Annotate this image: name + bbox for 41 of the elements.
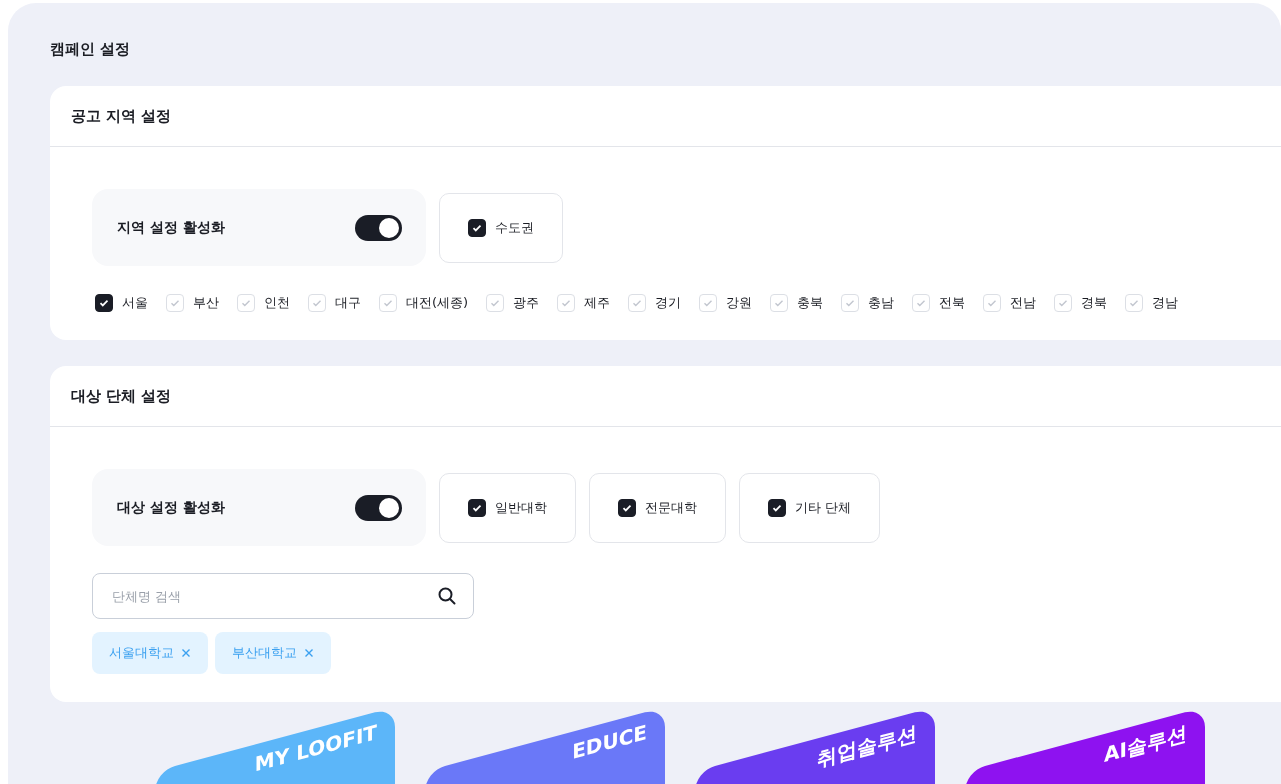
- section-title: 대상 단체 설정: [71, 386, 172, 406]
- region-option[interactable]: 대구: [308, 294, 361, 312]
- region-option[interactable]: 경기: [628, 294, 682, 312]
- toggle-switch[interactable]: [355, 494, 402, 521]
- region-option[interactable]: 서울: [95, 294, 148, 312]
- page-title: 캠페인 설정: [50, 40, 132, 59]
- section-title: 공고 지역 설정: [71, 106, 172, 126]
- group-checkbox[interactable]: 기타 단체: [739, 472, 881, 543]
- region-option[interactable]: 전북: [912, 294, 966, 312]
- region-option[interactable]: 대전(세종): [379, 294, 469, 312]
- checkbox[interactable]: [768, 498, 786, 517]
- region-option[interactable]: 광주: [486, 294, 540, 312]
- region-option[interactable]: 부산: [166, 294, 219, 312]
- checkbox[interactable]: [468, 218, 486, 237]
- region-option[interactable]: 전남: [983, 294, 1037, 312]
- region-option[interactable]: 인천: [237, 294, 290, 312]
- region-option[interactable]: 제주: [557, 294, 611, 312]
- region-option[interactable]: 충북: [770, 294, 824, 312]
- group-checkbox[interactable]: 일반대학: [439, 472, 576, 543]
- toggle-switch[interactable]: [355, 214, 402, 241]
- checkbox[interactable]: [95, 294, 113, 312]
- banner-title: AI솔루션: [1104, 719, 1187, 770]
- close-icon[interactable]: [181, 648, 191, 658]
- region-option[interactable]: 경남: [1125, 294, 1179, 312]
- search-input[interactable]: 단체명 검색: [110, 587, 437, 605]
- banner-title: MY LOOFIT: [254, 719, 377, 777]
- region-option[interactable]: 강원: [699, 294, 753, 312]
- checkbox[interactable]: [468, 498, 486, 517]
- group-checkbox[interactable]: 전문대학: [589, 472, 726, 543]
- tag-chip: 서울대학교: [92, 632, 208, 674]
- search-icon[interactable]: [437, 586, 457, 606]
- tag-chip: 부산대학교: [215, 632, 331, 674]
- banner-title: EDUCE: [572, 719, 647, 764]
- search-field[interactable]: 단체명 검색: [92, 573, 474, 619]
- toggle-label: 대상 설정 활성화: [117, 498, 225, 517]
- region-option[interactable]: 경북: [1054, 294, 1108, 312]
- group-checkbox[interactable]: 수도권: [439, 192, 563, 263]
- close-icon[interactable]: [304, 648, 314, 658]
- toggle-label: 지역 설정 활성화: [117, 218, 225, 237]
- checkbox[interactable]: [618, 498, 636, 517]
- region-option[interactable]: 충남: [841, 294, 895, 312]
